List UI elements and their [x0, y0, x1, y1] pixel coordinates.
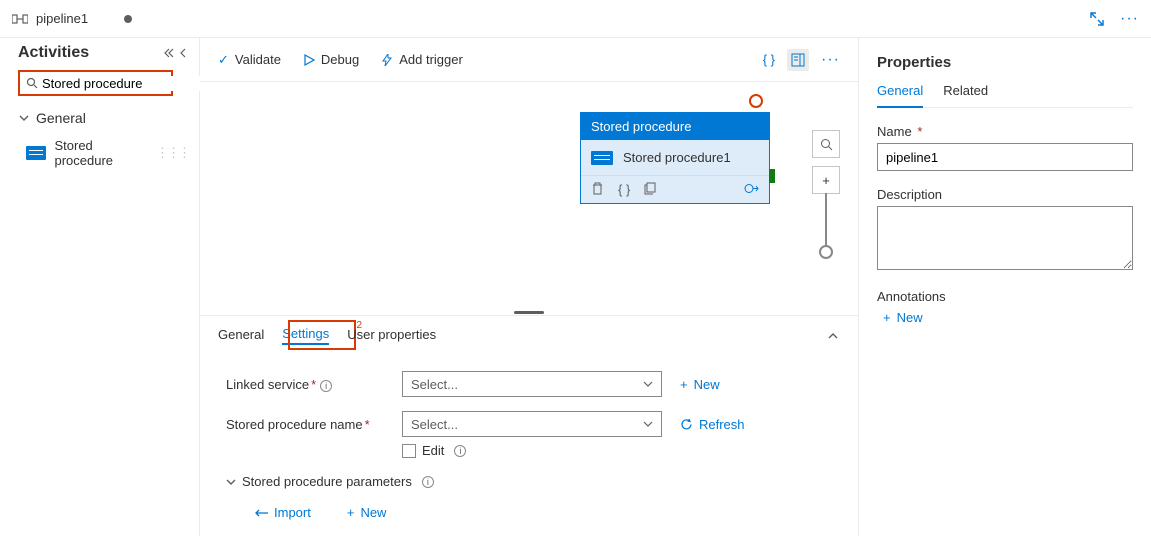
- plus-icon: +: [680, 377, 688, 392]
- sp-parameters-toggle[interactable]: Stored procedure parameters i: [226, 474, 832, 489]
- properties-toggle-icon[interactable]: [787, 49, 809, 71]
- drag-handle-icon: ⋮⋮⋮: [156, 145, 189, 161]
- add-trigger-button[interactable]: Add trigger: [381, 52, 463, 67]
- settings-panel: Linked service*i Select... + New Stored …: [200, 355, 858, 536]
- edit-checkbox[interactable]: [402, 444, 416, 458]
- chevron-down-icon: [643, 419, 653, 429]
- check-icon: ✓: [218, 52, 229, 68]
- prop-tab-general[interactable]: General: [877, 83, 923, 108]
- expand-icon[interactable]: [1090, 12, 1104, 26]
- zoom-track[interactable]: [825, 193, 827, 253]
- zoom-control: +: [812, 130, 840, 259]
- info-icon[interactable]: i: [454, 445, 466, 457]
- activities-search[interactable]: [18, 70, 173, 96]
- activity-stored-procedure[interactable]: Stored procedure ⋮⋮⋮: [18, 138, 189, 168]
- unsaved-indicator: [124, 15, 132, 23]
- zoom-knob[interactable]: [819, 245, 833, 259]
- pipeline-canvas[interactable]: Stored procedure Stored procedure1 { }: [200, 82, 858, 309]
- lightning-icon: [381, 54, 393, 66]
- name-label: Name *: [877, 124, 1133, 139]
- tab-settings[interactable]: Settings: [282, 326, 329, 345]
- pipeline-toolbar: ✓ Validate Debug Add trigger { } ···: [200, 38, 858, 82]
- tab-general[interactable]: General: [218, 327, 264, 344]
- collapse-panel-icon[interactable]: [826, 329, 840, 343]
- group-general[interactable]: General: [18, 104, 189, 132]
- prop-tab-related[interactable]: Related: [943, 83, 988, 107]
- validate-button[interactable]: ✓ Validate: [218, 52, 281, 68]
- description-input[interactable]: [877, 206, 1133, 270]
- plus-icon: +: [883, 310, 891, 325]
- sp-name-select[interactable]: Select...: [402, 411, 662, 437]
- name-input[interactable]: [877, 143, 1133, 171]
- activities-heading: Activities: [18, 44, 163, 62]
- output-icon[interactable]: [744, 182, 759, 197]
- editor-tab-bar: pipeline1 ···: [0, 0, 1151, 38]
- pipeline-tab-title[interactable]: pipeline1: [36, 11, 88, 26]
- group-general-label: General: [36, 110, 86, 126]
- new-annotation-button[interactable]: + New: [883, 310, 1133, 325]
- info-icon[interactable]: i: [422, 476, 434, 488]
- edit-label: Edit: [422, 443, 444, 458]
- zoom-fit-button[interactable]: [812, 130, 840, 158]
- search-icon: [26, 77, 38, 89]
- sp-name-label: Stored procedure name*: [226, 417, 402, 432]
- annotation-circle: [749, 94, 763, 108]
- import-icon: [254, 508, 268, 518]
- linked-service-select[interactable]: Select...: [402, 371, 662, 397]
- linked-service-label: Linked service*i: [226, 377, 402, 392]
- chevron-down-icon: [643, 379, 653, 389]
- code-view-icon[interactable]: { }: [763, 52, 775, 67]
- properties-pane: Properties General Related Name * Descri…: [859, 38, 1151, 536]
- refresh-button[interactable]: Refresh: [680, 417, 745, 432]
- activity-node[interactable]: Stored procedure Stored procedure1 { }: [580, 112, 770, 204]
- copy-icon[interactable]: [644, 182, 657, 197]
- stored-procedure-glyph: [591, 151, 613, 165]
- plus-icon: +: [347, 505, 355, 520]
- collapse-double-icon[interactable]: [163, 47, 175, 59]
- more-icon[interactable]: ···: [1120, 10, 1139, 28]
- delete-icon[interactable]: [591, 182, 604, 197]
- node-name: Stored procedure1: [623, 150, 731, 165]
- zoom-in-button[interactable]: +: [812, 166, 840, 194]
- stored-procedure-glyph: [26, 146, 46, 160]
- properties-heading: Properties: [877, 54, 1133, 71]
- activity-tabs: General Settings 2 User properties: [200, 315, 858, 355]
- activities-sidebar: Activities General Stored procedure ⋮⋮⋮: [0, 38, 200, 536]
- annotations-label: Annotations: [877, 289, 1133, 304]
- tab-user-properties[interactable]: User properties: [347, 327, 436, 344]
- pipeline-icon: [12, 11, 28, 27]
- code-icon[interactable]: { }: [618, 182, 630, 197]
- canvas-more-icon[interactable]: ···: [821, 51, 840, 69]
- collapse-panel-icon[interactable]: [177, 47, 189, 59]
- info-icon[interactable]: i: [320, 380, 332, 392]
- success-port[interactable]: [769, 169, 775, 183]
- debug-button[interactable]: Debug: [303, 52, 359, 67]
- description-label: Description: [877, 187, 1133, 202]
- activities-search-input[interactable]: [38, 76, 218, 91]
- activity-label: Stored procedure: [54, 138, 148, 168]
- new-linked-service-button[interactable]: + New: [680, 377, 720, 392]
- import-button[interactable]: Import: [254, 505, 311, 520]
- node-header: Stored procedure: [581, 113, 769, 140]
- new-param-button[interactable]: + New: [347, 505, 387, 520]
- refresh-icon: [680, 418, 693, 431]
- play-icon: [303, 54, 315, 66]
